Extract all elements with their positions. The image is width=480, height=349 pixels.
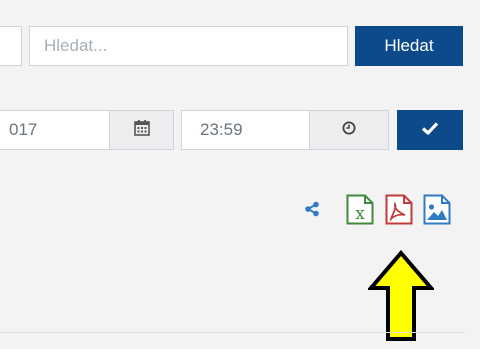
search-placeholder: Hledat... [44, 36, 108, 55]
search-input[interactable]: Hledat... [29, 26, 348, 66]
calendar-icon [133, 119, 150, 141]
image-file-icon[interactable] [422, 193, 452, 225]
calendar-button[interactable] [109, 110, 174, 150]
date-value: 017 [9, 120, 38, 139]
time-input[interactable]: 23:59 [181, 110, 310, 150]
check-icon [421, 120, 439, 140]
clock-icon [342, 121, 356, 140]
clock-button[interactable] [309, 110, 389, 150]
up-arrow-annotation [366, 249, 436, 342]
search-button[interactable]: Hledat [355, 26, 463, 66]
date-input[interactable]: 017 [0, 110, 110, 150]
excel-file-icon[interactable]: x [345, 193, 375, 225]
previous-field-edge[interactable] [0, 26, 22, 66]
time-value: 23:59 [200, 120, 243, 139]
svg-text:x: x [355, 204, 365, 224]
pdf-file-icon[interactable] [384, 193, 414, 225]
share-icon[interactable] [303, 198, 321, 220]
confirm-button[interactable] [397, 110, 463, 150]
page-panel: Hledat... Hledat 017 23:59 x [0, 0, 480, 349]
section-divider [0, 332, 465, 333]
search-button-label: Hledat [384, 36, 434, 55]
